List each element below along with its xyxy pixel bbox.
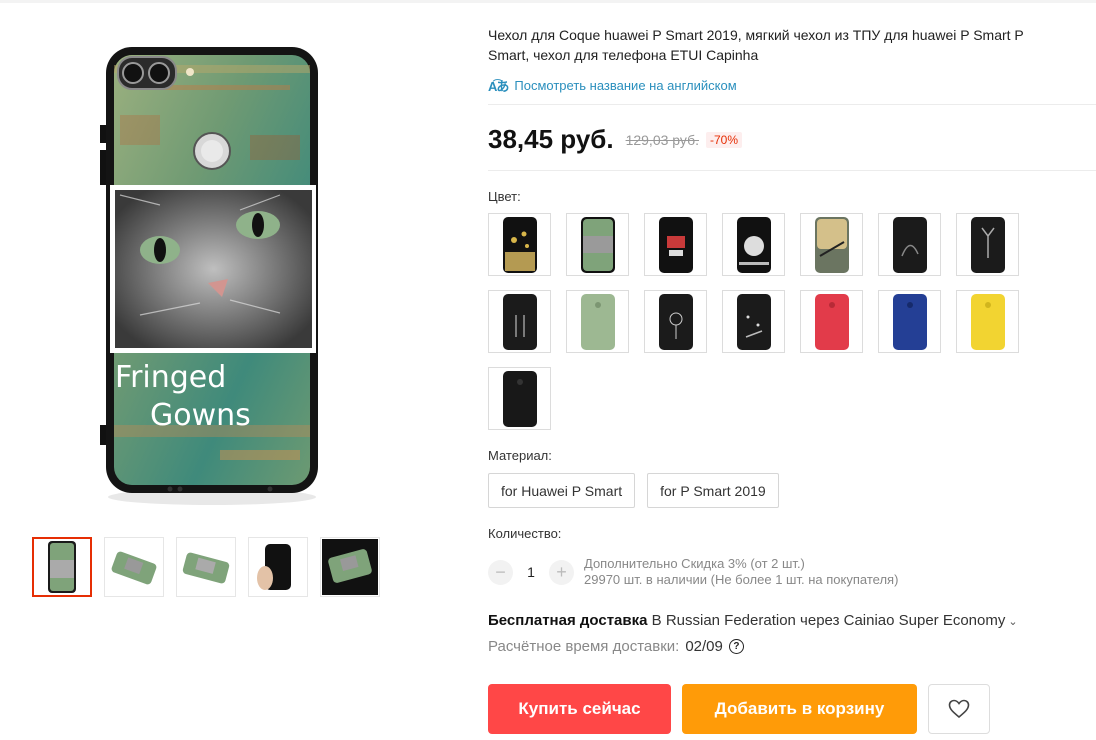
chevron-down-icon: ⌄ [1008, 616, 1018, 628]
case-print-text-2: Gowns [150, 398, 251, 433]
thumbnail-4[interactable] [248, 537, 308, 597]
color-swatch-cat-green[interactable] [566, 213, 629, 276]
color-swatch-red[interactable] [800, 290, 863, 353]
thumbnail-strip [32, 537, 380, 597]
color-swatch-black-couple[interactable] [488, 290, 551, 353]
shipping-route: В Russian Federation через Cainiao Super… [651, 612, 1006, 629]
heart-icon [948, 699, 970, 719]
color-swatch-yellow[interactable] [956, 290, 1019, 353]
action-buttons: Купить сейчас Добавить в корзину [488, 684, 990, 734]
quantity-info: Дополнительно Скидка 3% (от 2 шт.) 29970… [584, 556, 898, 588]
buy-now-button[interactable]: Купить сейчас [488, 684, 671, 734]
product-title-line-1: Чехол для Coque huawei P Smart 2019, мяг… [488, 27, 1024, 43]
thumbnail-2[interactable] [104, 537, 164, 597]
stock-note: 29970 шт. в наличии (Не более 1 шт. на п… [584, 572, 899, 587]
quantity-stepper: − 1 + Дополнительно Скидка 3% (от 2 шт.)… [488, 556, 898, 588]
translate-icon: A͡あ [488, 79, 509, 94]
main-product-image[interactable]: Fringed Gowns [100, 45, 328, 510]
material-options: for Huawei P Smart for P Smart 2019 [488, 473, 779, 508]
material-option-p-smart[interactable]: for Huawei P Smart [488, 473, 636, 508]
case-print-text-1: Fringed [115, 360, 226, 395]
material-label: Материал: [488, 448, 552, 463]
current-price: 38,45 руб. [488, 124, 614, 154]
top-border [0, 0, 1096, 3]
quantity-increase-button[interactable]: + [549, 559, 574, 585]
color-swatch-bird-sunset[interactable] [800, 213, 863, 276]
color-swatch-navy-blue[interactable] [878, 290, 941, 353]
color-swatch-black-pattern[interactable] [878, 213, 941, 276]
free-shipping-label: Бесплатная доставка [488, 612, 648, 629]
wishlist-button[interactable] [928, 684, 990, 734]
thumbnail-3[interactable] [176, 537, 236, 597]
translate-link-label: Посмотреть название на английском [514, 78, 737, 93]
color-swatch-black-plain[interactable] [488, 367, 551, 430]
delivery-estimate-date: 02/09 [685, 638, 723, 655]
thumbnail-5[interactable] [320, 537, 380, 597]
color-swatch-sage-green[interactable] [566, 290, 629, 353]
quantity-label: Количество: [488, 526, 562, 541]
divider [488, 104, 1096, 105]
color-swatch-black-red-print[interactable] [644, 213, 707, 276]
delivery-estimate-label: Расчётное время доставки: [488, 638, 680, 655]
thumbnail-1[interactable] [32, 537, 92, 597]
material-option-p-smart-2019[interactable]: for P Smart 2019 [647, 473, 779, 508]
delivery-estimate: Расчётное время доставки: 02/09 ? [488, 638, 744, 655]
color-swatches [488, 213, 1028, 430]
quantity-decrease-button[interactable]: − [488, 559, 513, 585]
color-swatch-deer-black[interactable] [956, 213, 1019, 276]
price-row: 38,45 руб. 129,03 руб. -70% [488, 124, 742, 155]
bulk-discount-note: Дополнительно Скидка 3% (от 2 шт.) [584, 556, 805, 571]
divider [488, 170, 1096, 171]
quantity-value[interactable]: 1 [513, 564, 549, 580]
original-price: 129,03 руб. [625, 131, 699, 148]
product-title-line-2: Smart, чехол для телефона ETUI Capinha [488, 47, 759, 63]
shipping-info[interactable]: Бесплатная доставка В Russian Federation… [488, 612, 1018, 629]
help-icon[interactable]: ? [728, 639, 744, 654]
color-swatch-gold-butterflies[interactable] [488, 213, 551, 276]
color-swatch-black-stars[interactable] [722, 290, 785, 353]
add-to-cart-button[interactable]: Добавить в корзину [682, 684, 917, 734]
discount-badge: -70% [705, 131, 742, 148]
product-title: Чехол для Coque huawei P Smart 2019, мяг… [488, 25, 1096, 65]
color-swatch-black-dandelion[interactable] [644, 290, 707, 353]
color-label: Цвет: [488, 189, 521, 204]
translate-title-link[interactable]: A͡あ Посмотреть название на английском [488, 76, 737, 95]
color-swatch-moon[interactable] [722, 213, 785, 276]
